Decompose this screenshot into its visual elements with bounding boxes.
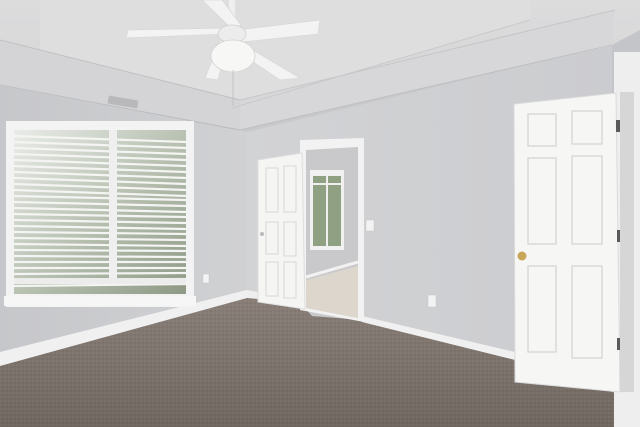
outlet-left [202,273,210,284]
hallway-doorway [300,138,364,322]
door-knob [260,232,264,236]
open-door [257,152,306,310]
fan-light [210,39,256,73]
room-scene [0,0,640,427]
closet-door [513,52,640,427]
light-switch [365,219,375,232]
empty-bedroom-photo [0,0,640,427]
window [4,121,196,307]
closet-door-knob [517,251,527,261]
outlet-right [427,294,437,308]
